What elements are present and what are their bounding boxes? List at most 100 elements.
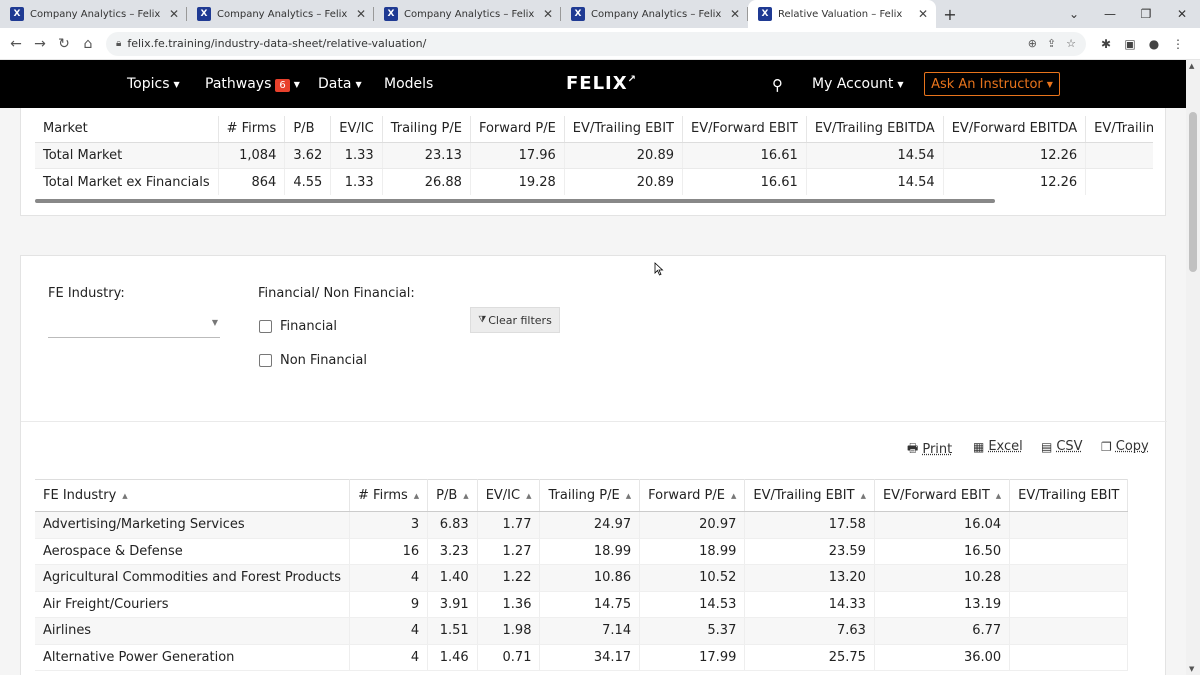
table-row: Aerospace & Defense 16 3.23 1.27 18.99 1… xyxy=(35,538,1129,565)
lock-icon[interactable]: 🔒︎ xyxy=(116,38,121,49)
cell: 6.83 xyxy=(427,511,478,539)
nav-data[interactable]: Data ▼ xyxy=(318,76,362,92)
close-tab-icon[interactable]: ✕ xyxy=(730,7,740,21)
col-firms[interactable]: # Firms ▲ xyxy=(349,479,429,512)
col-ev-trailing-ebitda[interactable]: EV/Trailing EBITDA xyxy=(806,116,944,143)
nav-topics[interactable]: Topics ▼ xyxy=(127,76,180,92)
cell: 5.37 xyxy=(639,617,746,645)
copy-button[interactable]: ❐ Copy xyxy=(1101,439,1149,454)
checkbox-box[interactable] xyxy=(259,354,272,367)
cell xyxy=(1085,168,1153,195)
nav-models[interactable]: Models xyxy=(384,76,433,92)
profile-avatar-icon[interactable]: ● xyxy=(1142,37,1166,51)
restore-icon[interactable]: ❐ xyxy=(1128,7,1164,21)
col-evic[interactable]: EV/IC ▲ xyxy=(477,479,541,512)
col-market[interactable]: Market xyxy=(35,116,219,143)
cell: 25.75 xyxy=(744,644,875,671)
scrollbar-thumb[interactable] xyxy=(1189,112,1197,272)
vertical-scrollbar[interactable]: ▲ ▼ xyxy=(1186,60,1200,675)
col-trailing-pe[interactable]: Trailing P/E xyxy=(382,116,471,143)
cell: 1.77 xyxy=(477,511,541,539)
non-financial-checkbox[interactable]: Non Financial xyxy=(259,353,367,368)
col-ev-trailing-ebit-cut[interactable]: EV/Trailing EBIT xyxy=(1009,479,1129,512)
browser-tab[interactable]: X Company Analytics – Felix ✕ xyxy=(187,0,374,28)
col-trailing-pe[interactable]: Trailing P/E ▲ xyxy=(539,479,641,512)
bookmark-star-icon[interactable]: ☆ xyxy=(1066,37,1076,50)
col-evic[interactable]: EV/IC xyxy=(330,116,383,143)
my-account-menu[interactable]: My Account ▼ xyxy=(812,76,904,92)
close-tab-icon[interactable]: ✕ xyxy=(356,7,366,21)
close-tab-icon[interactable]: ✕ xyxy=(169,7,179,21)
cell: 16.61 xyxy=(682,142,807,169)
ask-instructor-button[interactable]: Ask An Instructor ▼ xyxy=(924,72,1060,96)
industry-table-container: FE Industry ▲ # Firms ▲ P/B ▲ EV/IC ▲ Traili… xyxy=(35,479,1153,671)
sort-arrow-icon: ▲ xyxy=(413,491,420,500)
cell: Airlines xyxy=(35,617,351,645)
browser-menu-icon[interactable]: ⋮ xyxy=(1166,37,1190,51)
cell: Agricultural Commodities and Forest Prod… xyxy=(35,564,351,592)
back-icon[interactable]: ← xyxy=(4,36,28,52)
logo-arrow-icon: ↗ xyxy=(627,74,638,85)
col-ev-forward-ebit[interactable]: EV/Forward EBIT xyxy=(682,116,807,143)
close-window-icon[interactable]: ✕ xyxy=(1164,7,1200,21)
extension-icons: ✱ ▣ ● ⋮ xyxy=(1094,37,1190,51)
col-fe-industry[interactable]: FE Industry ▲ xyxy=(35,479,351,512)
horizontal-scrollbar[interactable] xyxy=(35,199,995,203)
browser-tab-active[interactable]: X Relative Valuation – Felix ✕ xyxy=(748,0,936,28)
address-bar[interactable]: 🔒︎ felix.fe.training/industry-data-sheet… xyxy=(106,31,1086,56)
cell: 14.75 xyxy=(539,591,641,618)
browser-tab[interactable]: X Company Analytics – Felix ✕ xyxy=(561,0,748,28)
caret-down-icon: ▼ xyxy=(355,79,362,89)
browser-tab[interactable]: X Company Analytics – Felix ✕ xyxy=(374,0,561,28)
cell: 1.33 xyxy=(330,142,383,169)
felix-logo[interactable]: FELIX↗ xyxy=(566,73,637,94)
cell: 4 xyxy=(349,564,429,592)
table-row: Total Market ex Financials 864 4.55 1.33… xyxy=(35,168,1153,195)
search-icon[interactable]: ⚲ xyxy=(772,76,783,94)
financial-checkbox[interactable]: Financial xyxy=(259,319,337,334)
extensions-puzzle-icon[interactable]: ✱ xyxy=(1094,37,1118,51)
home-icon[interactable]: ⌂ xyxy=(76,36,100,52)
clear-filters-label: Clear filters xyxy=(488,313,552,327)
cell xyxy=(1085,142,1153,169)
cell: 12.26 xyxy=(943,168,1087,195)
zoom-icon[interactable]: ⊕ xyxy=(1028,37,1037,50)
industry-select[interactable]: ▼ xyxy=(48,314,220,338)
col-forward-pe[interactable]: Forward P/E xyxy=(470,116,565,143)
side-panel-icon[interactable]: ▣ xyxy=(1118,37,1142,51)
close-tab-icon[interactable]: ✕ xyxy=(543,7,553,21)
col-pb[interactable]: P/B ▲ xyxy=(427,479,478,512)
checkbox-box[interactable] xyxy=(259,320,272,333)
col-ev-trailing-ebit[interactable]: EV/Trailing EBIT ▲ xyxy=(744,479,875,512)
new-tab-icon[interactable]: + xyxy=(936,0,964,28)
table-row: Agricultural Commodities and Forest Prod… xyxy=(35,564,1129,592)
industry-card: FE Industry: ▼ Financial/ Non Financial:… xyxy=(20,255,1167,675)
cell: Advertising/Marketing Services xyxy=(35,511,351,539)
minimize-icon[interactable]: — xyxy=(1092,7,1128,21)
tab-search-icon[interactable]: ⌄ xyxy=(1056,7,1092,21)
col-ev-trailing-ebit[interactable]: EV/Trailing EBIT xyxy=(564,116,684,143)
col-ev-trailing-cut[interactable]: EV/Trailin xyxy=(1085,116,1153,143)
clear-filters-button[interactable]: ⧩ Clear filters xyxy=(470,307,560,333)
col-forward-pe[interactable]: Forward P/E ▲ xyxy=(639,479,746,512)
close-tab-icon[interactable]: ✕ xyxy=(918,7,928,21)
col-ev-forward-ebitda[interactable]: EV/Forward EBITDA xyxy=(943,116,1087,143)
my-account-label: My Account xyxy=(812,76,894,92)
col-pb[interactable]: P/B xyxy=(284,116,332,143)
nav-pathways[interactable]: Pathways 6 ▼ xyxy=(205,76,300,92)
csv-button[interactable]: ▤ CSV xyxy=(1041,439,1083,454)
reload-icon[interactable]: ↻ xyxy=(52,36,76,52)
scroll-up-icon[interactable]: ▲ xyxy=(1189,62,1194,70)
share-icon[interactable]: ⇪ xyxy=(1047,37,1056,50)
forward-icon[interactable]: → xyxy=(28,36,52,52)
excel-button[interactable]: ▦ Excel xyxy=(973,439,1023,454)
browser-tab[interactable]: X Company Analytics – Felix ✕ xyxy=(0,0,187,28)
caret-down-icon: ▼ xyxy=(897,79,904,89)
scroll-down-icon[interactable]: ▼ xyxy=(1189,665,1194,673)
print-button[interactable]: 🖶︎ Print xyxy=(907,439,952,460)
col-firms[interactable]: # Firms xyxy=(218,116,286,143)
tab-title: Relative Valuation – Felix xyxy=(778,8,903,20)
nav-pathways-label: Pathways xyxy=(205,76,272,92)
col-ev-forward-ebit[interactable]: EV/Forward EBIT ▲ xyxy=(874,479,1011,512)
cell: 1.40 xyxy=(427,564,478,592)
